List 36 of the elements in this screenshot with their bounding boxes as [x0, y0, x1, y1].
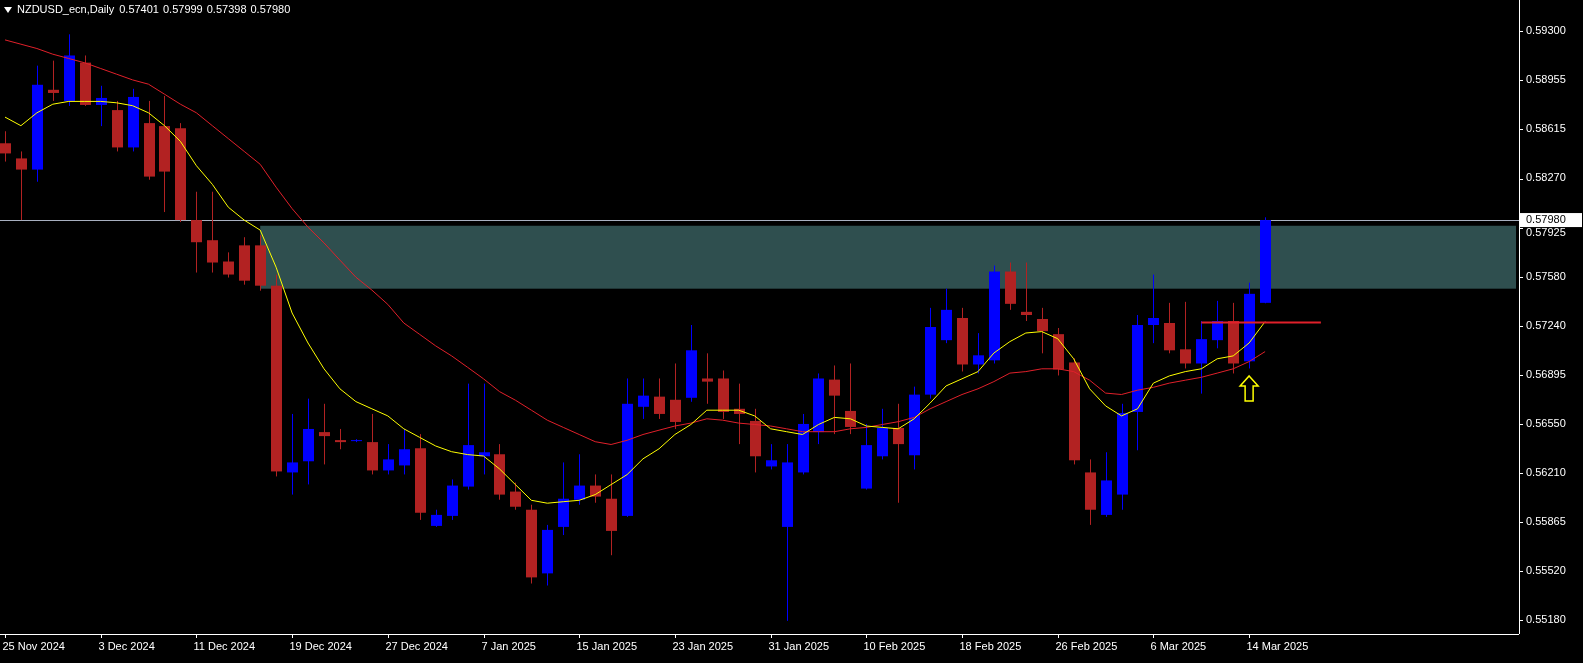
horizontal-line[interactable] — [1200, 321, 1322, 324]
axis-label: 0.56210 — [1526, 466, 1566, 479]
axis-label: 0.56550 — [1526, 416, 1566, 429]
axis-label: 0.58615 — [1526, 122, 1566, 135]
axis-label: 3 Dec 2024 — [98, 640, 155, 652]
axis-label: 19 Dec 2024 — [289, 640, 352, 652]
axis-label: 0.57925 — [1526, 225, 1566, 238]
axis-label: 0.59300 — [1526, 24, 1566, 37]
current-price-label: 0.57980 — [1520, 213, 1582, 228]
axis-label: 18 Feb 2025 — [959, 640, 1022, 652]
axis-label: 0.58955 — [1526, 73, 1566, 86]
axis-label: 0.57580 — [1526, 269, 1566, 282]
axis-label: 11 Dec 2024 — [193, 640, 256, 652]
axis-label: 0.58270 — [1526, 171, 1566, 184]
axis-label: 27 Dec 2024 — [385, 640, 448, 652]
axis-label: 7 Jan 2025 — [481, 640, 536, 652]
axis-label: 6 Mar 2025 — [1150, 640, 1207, 652]
axis-label: 31 Jan 2025 — [768, 640, 830, 652]
axis-label: 26 Feb 2025 — [1055, 640, 1118, 652]
price-value: 0.57401 — [119, 3, 159, 16]
axis-label: 0.55865 — [1526, 515, 1566, 528]
price-value: 0.57398 — [206, 3, 247, 16]
axis-label: 0.57240 — [1526, 318, 1566, 331]
axis-label: 25 Nov 2024 — [2, 640, 65, 652]
chart-symbol: NZDUSD_ecn,Daily — [17, 3, 115, 16]
axis-label: 23 Jan 2025 — [672, 640, 734, 652]
price-value: 0.57999 — [162, 3, 203, 16]
axis-label: 0.55180 — [1526, 613, 1566, 626]
axis-label: 15 Jan 2025 — [576, 640, 638, 652]
dropdown-triangle-icon[interactable] — [4, 6, 12, 13]
up-arrow-marker[interactable] — [1238, 374, 1260, 402]
axis-label: 14 Mar 2025 — [1246, 640, 1309, 652]
axis-label: 0.55520 — [1526, 564, 1566, 577]
axis-label: 10 Feb 2025 — [863, 640, 926, 652]
axis-label: 0.56895 — [1526, 367, 1566, 380]
price-value: 0.57980 — [250, 3, 291, 16]
